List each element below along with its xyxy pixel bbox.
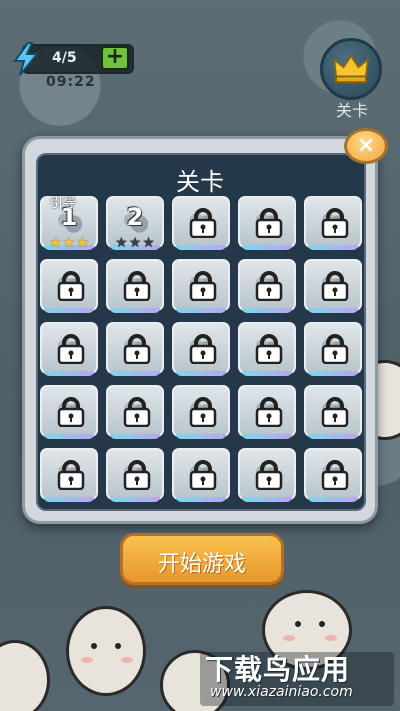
lock-icon (321, 397, 349, 427)
lock-icon (57, 397, 85, 427)
locked-level-tile[interactable] (304, 385, 362, 439)
locked-level-tile[interactable] (304, 448, 362, 502)
locked-level-tile[interactable] (238, 259, 296, 313)
add-energy-button[interactable]: + (101, 46, 129, 70)
locked-level-tile[interactable] (238, 322, 296, 376)
lock-icon (189, 334, 217, 364)
locked-level-tile[interactable] (238, 385, 296, 439)
locked-level-tile[interactable] (172, 385, 230, 439)
start-game-button[interactable]: 开始游戏 (120, 533, 284, 585)
level-select-button[interactable] (320, 38, 382, 100)
locked-level-tile[interactable] (40, 322, 98, 376)
star-icon: ★ (128, 235, 142, 251)
locked-level-tile[interactable] (238, 448, 296, 502)
locked-level-tile[interactable] (106, 259, 164, 313)
star-icon: ★ (142, 235, 155, 251)
star-icon: ★ (76, 235, 89, 251)
lock-icon (189, 271, 217, 301)
lock-icon (321, 334, 349, 364)
lock-icon (255, 397, 283, 427)
locked-level-tile[interactable] (172, 322, 230, 376)
lock-icon (255, 460, 283, 490)
guide-label: 引导 (50, 196, 77, 211)
lock-icon (321, 208, 349, 238)
locked-level-tile[interactable] (40, 385, 98, 439)
locked-level-tile[interactable] (106, 322, 164, 376)
locked-level-tile[interactable] (40, 259, 98, 313)
lock-icon (321, 460, 349, 490)
lock-icon (255, 334, 283, 364)
lock-icon (123, 460, 151, 490)
lock-icon (189, 397, 217, 427)
start-game-label: 开始游戏 (157, 552, 246, 577)
energy-timer: 09:22 (46, 74, 96, 90)
locked-level-tile[interactable] (106, 448, 164, 502)
lock-icon (123, 271, 151, 301)
lock-icon (123, 397, 151, 427)
locked-level-tile[interactable] (40, 448, 98, 502)
lightning-bolt-icon (13, 42, 40, 76)
locked-level-tile[interactable] (172, 259, 230, 313)
lock-icon (57, 334, 85, 364)
watermark-title: 下载鸟应用 (205, 653, 351, 686)
lock-icon (255, 271, 283, 301)
locked-level-tile[interactable] (106, 385, 164, 439)
panel-title: 关卡 (176, 168, 224, 196)
star-icon: ★ (62, 235, 76, 251)
star-icon: ★ (115, 235, 128, 251)
locked-level-tile[interactable] (172, 448, 230, 502)
level-select-label: 关卡 (335, 101, 368, 120)
level-tile[interactable]: 2 ★ ★ ★ (106, 196, 164, 250)
lock-icon (57, 271, 85, 301)
locked-level-tile[interactable] (172, 196, 230, 250)
locked-level-tile[interactable] (304, 322, 362, 376)
close-icon: × (356, 133, 376, 158)
locked-level-tile[interactable] (304, 196, 362, 250)
watermark-url: www.xiazainiao.com (210, 684, 353, 700)
star-icon: ★ (49, 235, 62, 251)
crown-icon (333, 54, 369, 83)
lock-icon (255, 208, 283, 238)
level-number: 2 (126, 203, 144, 231)
level-stars: ★ ★ ★ (45, 236, 93, 250)
blob-character (66, 606, 146, 696)
level-grid: 1 ★ ★ ★ 2 ★ ★ ★ (38, 196, 364, 508)
locked-level-tile[interactable] (304, 259, 362, 313)
lock-icon (57, 460, 85, 490)
lock-icon (321, 271, 349, 301)
lock-icon (189, 208, 217, 238)
lock-icon (189, 460, 217, 490)
level-stars: ★ ★ ★ (111, 236, 159, 250)
lock-icon (123, 334, 151, 364)
energy-count: 4/5 (52, 50, 77, 66)
close-button[interactable]: × (344, 128, 388, 164)
locked-level-tile[interactable] (238, 196, 296, 250)
